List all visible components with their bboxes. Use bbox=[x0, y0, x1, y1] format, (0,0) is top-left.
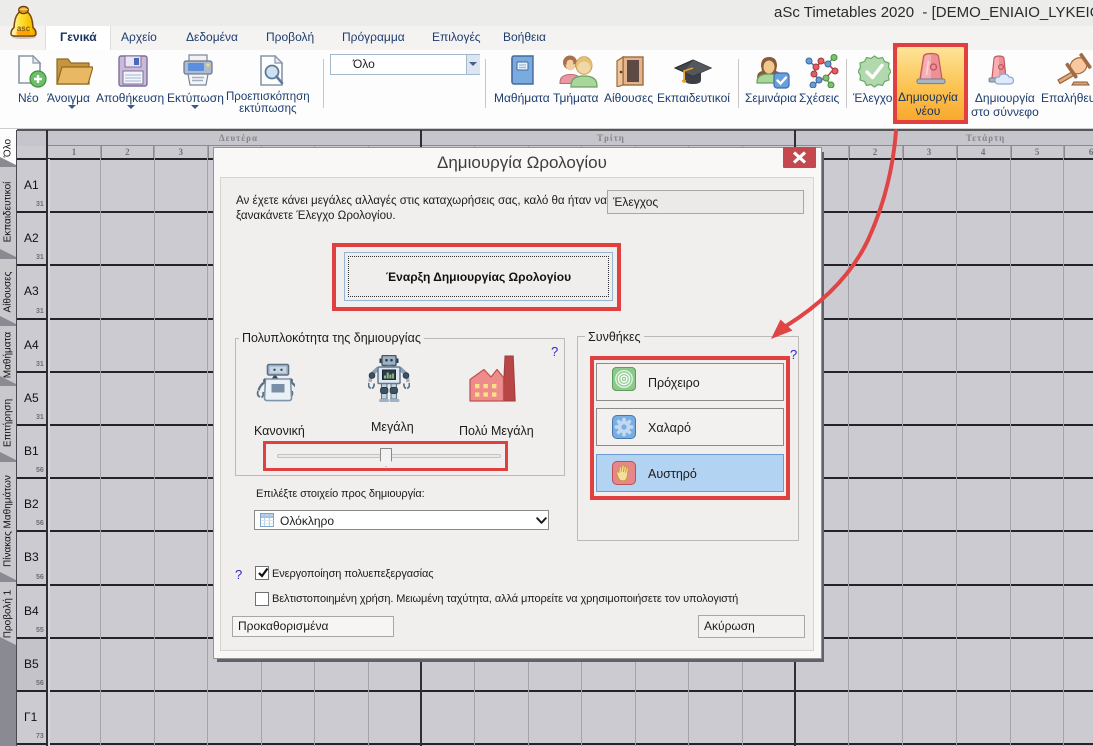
svg-text:asc: asc bbox=[17, 24, 31, 33]
